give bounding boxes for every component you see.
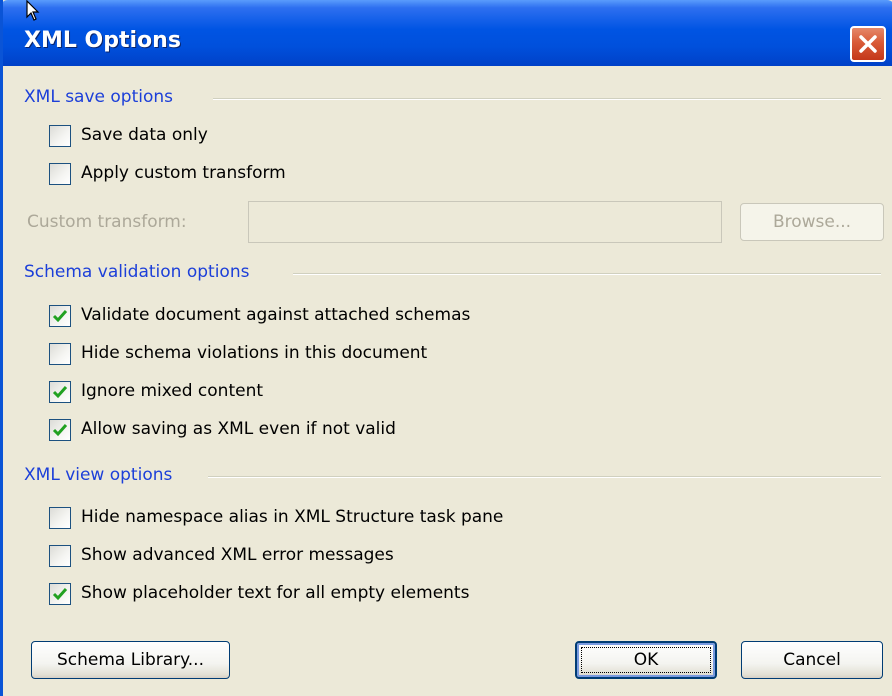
hide-schema-violations-checkbox[interactable] xyxy=(49,343,71,365)
section-divider xyxy=(293,273,881,275)
focus-rectangle xyxy=(581,647,711,673)
cancel-button[interactable]: Cancel xyxy=(741,641,883,679)
checkbox-label: Apply custom transform xyxy=(81,163,286,183)
checkbox-label: Validate document against attached schem… xyxy=(81,305,471,325)
show-advanced-errors-checkbox[interactable] xyxy=(49,545,71,567)
hide-namespace-alias-checkbox[interactable] xyxy=(49,507,71,529)
title-bar[interactable]: XML Options xyxy=(3,0,892,66)
checkmark-icon xyxy=(52,424,68,437)
checkbox-label: Save data only xyxy=(81,125,208,145)
checkmark-icon xyxy=(52,310,68,323)
ok-button[interactable]: OK xyxy=(575,641,717,679)
section-divider xyxy=(208,476,881,478)
checkbox-label: Allow saving as XML even if not valid xyxy=(81,419,396,439)
xml-options-dialog: XML Options XML save options Save data o… xyxy=(0,0,892,696)
allow-saving-invalid-checkbox[interactable] xyxy=(49,419,71,441)
checkbox-label: Show advanced XML error messages xyxy=(81,545,394,565)
section-heading-save: XML save options xyxy=(24,87,173,107)
save-data-only-checkbox[interactable] xyxy=(49,125,71,147)
checkbox-label: Show placeholder text for all empty elem… xyxy=(81,583,470,603)
validate-document-checkbox[interactable] xyxy=(49,305,71,327)
close-button[interactable] xyxy=(850,26,886,62)
custom-transform-label: Custom transform: xyxy=(27,212,187,232)
section-heading-schema: Schema validation options xyxy=(24,262,250,282)
checkmark-icon xyxy=(52,386,68,399)
mouse-cursor-icon xyxy=(26,0,40,21)
show-placeholder-text-checkbox[interactable] xyxy=(49,583,71,605)
custom-transform-input[interactable] xyxy=(248,201,722,243)
ignore-mixed-content-checkbox[interactable] xyxy=(49,381,71,403)
schema-library-button[interactable]: Schema Library... xyxy=(31,641,230,679)
apply-custom-transform-checkbox[interactable] xyxy=(49,163,71,185)
checkbox-label: Hide namespace alias in XML Structure ta… xyxy=(81,507,504,527)
checkbox-label: Ignore mixed content xyxy=(81,381,264,401)
checkbox-label: Hide schema violations in this document xyxy=(81,343,428,363)
dialog-title: XML Options xyxy=(24,28,181,53)
browse-button[interactable]: Browse... xyxy=(740,203,884,241)
section-heading-view: XML view options xyxy=(24,465,173,485)
section-divider xyxy=(213,98,881,100)
checkmark-icon xyxy=(52,588,68,601)
close-icon xyxy=(859,35,877,53)
